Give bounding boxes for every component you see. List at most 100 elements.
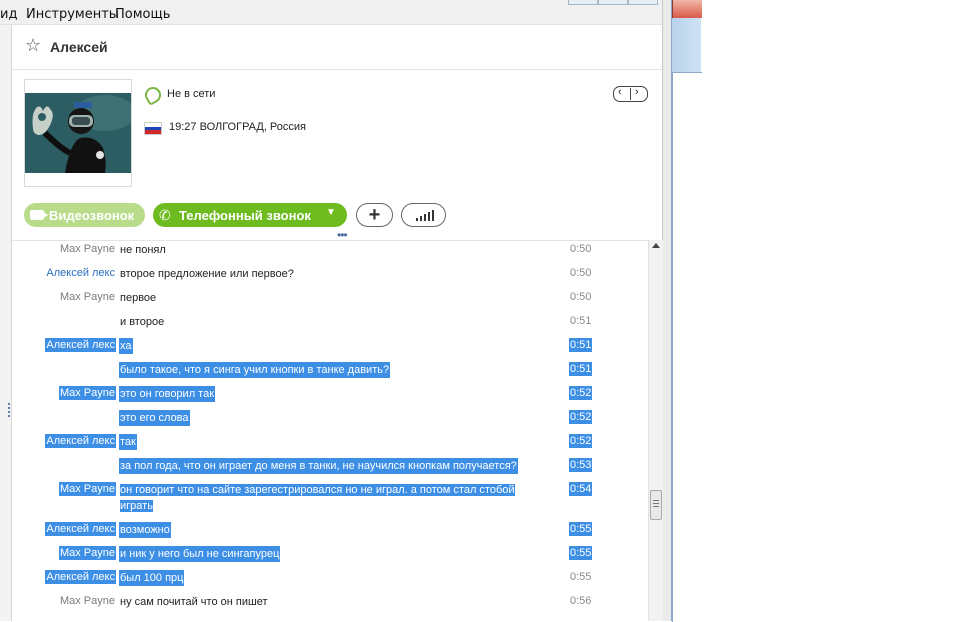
message-time: 0:55 [569, 546, 593, 560]
message-sender[interactable]: Max Payne [58, 546, 116, 560]
background-pane [672, 72, 702, 622]
message-time: 0:53 [569, 458, 593, 472]
message-time: 0:52 [569, 410, 593, 424]
maximize-button[interactable] [598, 0, 628, 5]
message-time: 0:50 [570, 291, 592, 303]
message-text: он говорит что на сайте зарегестрировалс… [119, 482, 516, 514]
message-text: был 100 прц [119, 570, 185, 586]
video-call-button[interactable]: Видеозвонок [24, 203, 145, 227]
prev-arrow-icon[interactable]: ‹ [618, 86, 622, 98]
message-text: было такое, что я синга учил кнопки в та… [119, 362, 391, 378]
chat-message: Алексей лекс был 100 прц 0:55 [12, 569, 648, 593]
message-sender[interactable]: Алексей лекс [45, 522, 116, 536]
message-text: так [119, 434, 137, 450]
chat-message: это его слова 0:52 [12, 409, 648, 433]
video-call-label: Видеозвонок [49, 208, 135, 223]
message-text: не понял [120, 244, 166, 256]
chat-message: Max Payne и ник у него был не сингапурец… [12, 545, 648, 569]
phone-call-button[interactable]: ✆ Телефонный звонок ▼ [153, 203, 347, 227]
local-time: 19:27 [169, 121, 197, 133]
background-close-icon[interactable] [672, 0, 702, 18]
message-sender[interactable]: Алексей лекс [45, 434, 116, 448]
video-camera-icon [30, 210, 44, 220]
avatar-frame[interactable] [24, 79, 132, 187]
chat-message: Max Payne не понял 0:50 [12, 241, 648, 265]
message-sender[interactable]: Max Payne [58, 386, 116, 400]
chat-message: Max Payne первое 0:50 [12, 289, 648, 313]
scroll-up-arrow-icon[interactable] [652, 243, 660, 248]
call-quality-button[interactable] [401, 203, 446, 227]
offline-status-icon [142, 84, 164, 106]
message-time: 0:54 [569, 482, 593, 496]
message-time: 0:55 [569, 522, 593, 536]
dropdown-arrow-icon[interactable]: ▼ [326, 207, 336, 218]
message-time: 0:50 [570, 267, 592, 279]
menu-help[interactable]: Помощь [115, 7, 170, 22]
chat-message: Max Payne это он говорил так 0:52 [12, 385, 648, 409]
russia-flag-icon [144, 122, 162, 135]
message-text: возможно [119, 522, 171, 538]
message-text: это его слова [119, 410, 190, 426]
chat-message: Алексей лекс второе предложение или перв… [12, 265, 648, 289]
message-sender[interactable]: Max Payne [59, 290, 116, 304]
avatar [25, 93, 131, 173]
close-button[interactable] [628, 0, 658, 5]
chat-message: Max Payne ну сам почитай что он пишет 0:… [12, 593, 648, 617]
chat-message: Max Payne он говорит что на сайте зареге… [12, 481, 648, 521]
message-sender[interactable]: Алексей лекс [45, 570, 116, 584]
phone-icon: ✆ [159, 207, 171, 223]
message-sender[interactable]: Max Payne [59, 242, 116, 256]
message-time: 0:56 [570, 595, 592, 607]
message-sender[interactable]: Max Payne [58, 482, 116, 496]
message-sender[interactable]: Алексей лекс [45, 338, 116, 352]
location: ВОЛГОГРАД, Россия [199, 121, 307, 133]
chat-message: Алексей лекс ха 0:51 [12, 337, 648, 361]
message-time: 0:50 [570, 243, 592, 255]
message-time: 0:51 [569, 338, 593, 352]
status-text: Не в сети [167, 88, 216, 100]
message-text: и ник у него был не сингапурец [119, 546, 281, 562]
chat-message: за пол года, что он играет до меня в тан… [12, 457, 648, 481]
message-text: и второе [120, 316, 165, 328]
message-time: 0:52 [569, 434, 593, 448]
message-text: первое [120, 292, 157, 304]
message-time: 0:55 [570, 571, 592, 583]
chat-scrollbar[interactable] [648, 240, 663, 621]
chat-history[interactable]: Max Payne не понял 0:50 Алексей лекс вто… [12, 240, 648, 622]
splitter-grip-icon[interactable] [8, 403, 10, 417]
menu-tools[interactable]: Инструменты [26, 7, 119, 22]
avatar-photo-icon [25, 93, 131, 173]
add-button[interactable]: + [356, 203, 393, 227]
chat-message: Алексей лекс возможно 0:55 [12, 521, 648, 545]
next-arrow-icon[interactable]: › [635, 86, 639, 98]
chat-message: и второе 0:51 [12, 313, 648, 337]
message-text: ну сам почитай что он пишет [120, 596, 268, 608]
sidebar-edge[interactable] [0, 25, 12, 621]
chat-message: Алексей лекс так 0:52 [12, 433, 648, 457]
message-text-line: играть [120, 500, 153, 512]
minimize-button[interactable] [568, 0, 598, 5]
star-icon[interactable]: ☆ [25, 36, 41, 54]
message-text: ха [119, 338, 133, 354]
conversation-header: ☆ Алексей [12, 25, 662, 70]
profile-nav: ‹ › [613, 86, 648, 102]
message-sender[interactable]: Алексей лекс [45, 266, 116, 280]
message-time: 0:51 [569, 362, 593, 376]
message-text: это он говорил так [119, 386, 216, 402]
plus-icon: + [368, 204, 381, 226]
chat-message: было такое, что я синга учил кнопки в та… [12, 361, 648, 385]
message-text-line: он говорит что на сайте зарегестрировалс… [120, 484, 515, 496]
menu-view[interactable]: ид [0, 7, 17, 22]
phone-call-label: Телефонный звонок [179, 208, 311, 223]
message-text: за пол года, что он играет до меня в тан… [119, 458, 518, 474]
scroll-thumb[interactable] [650, 490, 662, 520]
contact-name: Алексей [50, 39, 108, 55]
local-time-location: 19:27 ВОЛГОГРАД, Россия [169, 121, 306, 133]
message-time: 0:52 [569, 386, 593, 400]
background-window[interactable] [671, 0, 702, 622]
message-sender[interactable]: Max Payne [59, 594, 116, 608]
message-time: 0:51 [570, 315, 592, 327]
splitter-handle-icon[interactable]: ••• [337, 229, 348, 241]
message-text: второе предложение или первое? [120, 268, 294, 280]
menu-bar: ид Инструменты Помощь [0, 0, 663, 25]
